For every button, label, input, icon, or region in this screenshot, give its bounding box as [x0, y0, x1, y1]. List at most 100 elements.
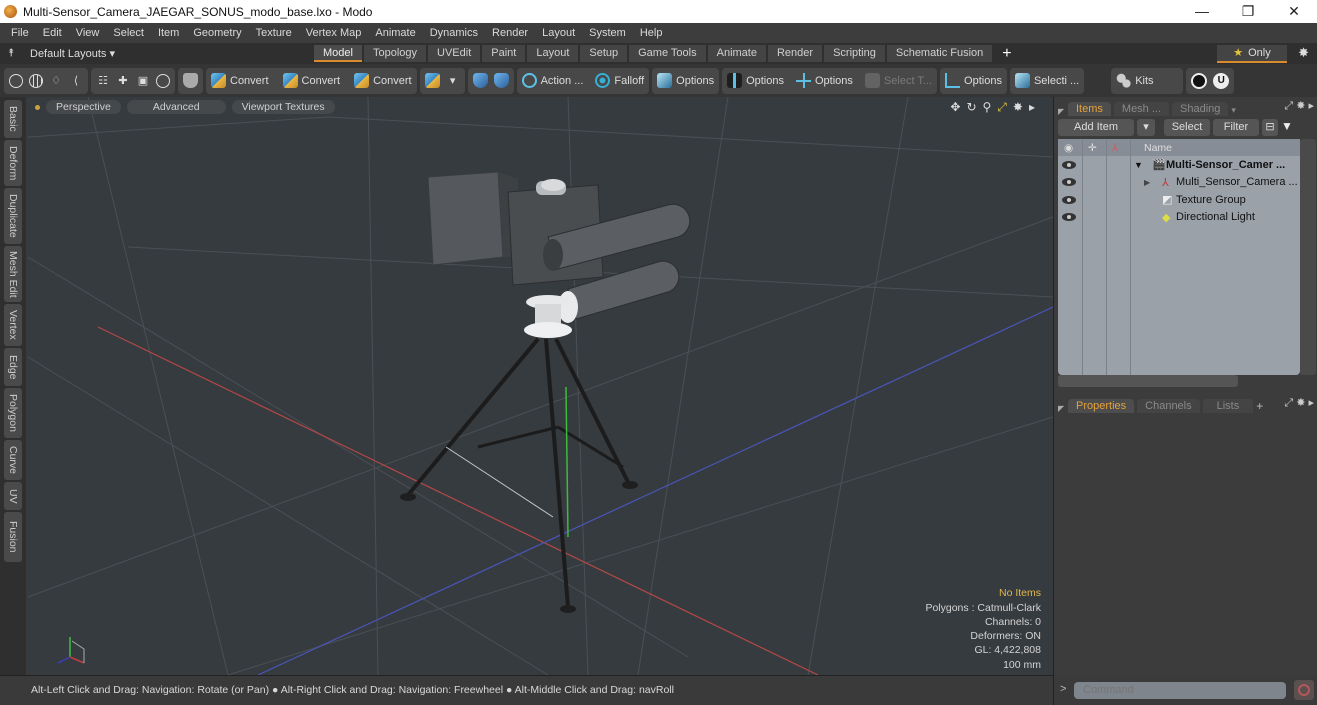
tab-setup[interactable]: Setup — [580, 45, 628, 62]
center-button[interactable] — [153, 70, 173, 92]
3d-viewport[interactable]: Perspective Advanced Viewport Textures ✥… — [28, 97, 1053, 675]
menu-select[interactable]: Select — [106, 27, 151, 39]
tab-channels[interactable]: Channels — [1137, 399, 1200, 413]
tab-schematic-fusion[interactable]: Schematic Fusion — [886, 45, 993, 62]
kits-button[interactable]: Kits — [1113, 70, 1156, 92]
menu-system[interactable]: System — [582, 27, 633, 39]
tab-model[interactable]: Model — [314, 45, 362, 62]
select-polygons-button[interactable]: ♢ — [46, 70, 66, 92]
vtab-polygon[interactable]: Polygon — [4, 388, 22, 438]
select-button[interactable]: Select — [1164, 119, 1210, 136]
unreal-button[interactable]: U — [1210, 70, 1232, 92]
vtab-vertex[interactable]: Vertex — [4, 304, 22, 346]
tab-scripting[interactable]: Scripting — [824, 45, 885, 62]
vtab-curve[interactable]: Curve — [4, 440, 22, 480]
lock-column-icon[interactable]: ✛ — [1088, 142, 1097, 154]
vtab-duplicate[interactable]: Duplicate — [4, 188, 22, 244]
tree-horizontal-scrollbar[interactable] — [1058, 375, 1238, 387]
maximize-icon[interactable]: ⤢ — [997, 100, 1007, 115]
panel-menu-icon[interactable]: ◤ — [1054, 404, 1068, 413]
funnel-icon[interactable]: ▼ — [1281, 119, 1293, 137]
tab-properties[interactable]: Properties — [1068, 399, 1135, 413]
command-input[interactable] — [1074, 682, 1286, 699]
expand-icon[interactable]: ▼ — [1134, 160, 1143, 170]
tab-game-tools[interactable]: Game Tools — [629, 45, 706, 62]
only-toggle[interactable]: ★ Only — [1217, 45, 1287, 63]
options-button-4[interactable]: Options — [942, 70, 1005, 92]
tab-mesh[interactable]: Mesh ... — [1113, 102, 1170, 116]
tree-row[interactable]: ◩ Texture Group — [1058, 191, 1300, 209]
menu-view[interactable]: View — [69, 27, 107, 39]
select-items-button[interactable]: ⟨ — [66, 70, 86, 92]
panel-controls[interactable]: ⤢ ✸ ▸ — [1284, 396, 1314, 410]
menu-dynamics[interactable]: Dynamics — [423, 27, 485, 39]
rotate-icon[interactable]: ↻ — [966, 100, 976, 115]
eye-icon[interactable] — [1062, 178, 1076, 187]
add-item-button[interactable]: Add Item — [1058, 119, 1134, 136]
tab-topology[interactable]: Topology — [363, 45, 427, 62]
menu-texture[interactable]: Texture — [249, 27, 299, 39]
viewport-settings-icon[interactable]: ✸ — [1013, 100, 1023, 115]
tab-paint[interactable]: Paint — [482, 45, 526, 62]
vtab-uv[interactable]: UV — [4, 482, 22, 510]
convert-button-2[interactable]: Convert — [280, 70, 344, 92]
tab-render[interactable]: Render — [767, 45, 823, 62]
add-layout-tab-button[interactable]: + — [994, 45, 1019, 63]
selection-sets-button[interactable]: Selecti ... — [1012, 70, 1082, 92]
menu-help[interactable]: Help — [633, 27, 670, 39]
eye-icon[interactable] — [1062, 195, 1076, 204]
options-button-3[interactable]: Options — [793, 70, 856, 92]
menu-edit[interactable]: Edit — [36, 27, 69, 39]
tab-uvedit[interactable]: UVEdit — [428, 45, 481, 62]
snap-dropdown[interactable]: ▾ — [443, 70, 463, 92]
default-layouts-dropdown[interactable]: Default Layouts ▾ — [30, 47, 310, 60]
command-history-button[interactable] — [1294, 680, 1314, 700]
options-button-2[interactable]: Options — [724, 70, 787, 92]
type-column-icon[interactable]: ⅄ — [1112, 142, 1118, 154]
vtab-mesh-edit[interactable]: Mesh Edit — [4, 246, 22, 302]
pivot-button[interactable]: ▣ — [133, 70, 153, 92]
list-options-icon[interactable]: ⊟ — [1262, 119, 1278, 136]
viewport-textures-dropdown[interactable]: Viewport Textures — [231, 100, 335, 114]
menu-geometry[interactable]: Geometry — [186, 27, 248, 39]
menu-animate[interactable]: Animate — [368, 27, 422, 39]
tree-row[interactable]: ▶ ⅄ Multi_Sensor_Camera ... — [1058, 174, 1300, 192]
view-mode-dropdown[interactable]: Perspective — [46, 100, 121, 114]
tab-layout[interactable]: Layout — [527, 45, 579, 62]
filter-button[interactable]: Filter — [1213, 119, 1259, 136]
uv-button[interactable]: ✚ — [113, 70, 133, 92]
unity-button[interactable] — [1188, 70, 1210, 92]
panel-menu-icon[interactable]: ◤ — [1054, 107, 1068, 116]
action-center-button[interactable]: Action ... — [519, 70, 587, 92]
expand-arrow-icon[interactable]: ▸ — [1029, 100, 1035, 115]
falloff-button[interactable]: Falloff — [592, 70, 647, 92]
convert-button-3[interactable]: Convert — [351, 70, 415, 92]
tab-animate[interactable]: Animate — [707, 45, 766, 62]
eye-icon[interactable] — [1062, 160, 1076, 169]
minimize-button[interactable]: — — [1179, 0, 1225, 23]
symmetry-button[interactable] — [470, 70, 491, 92]
tabs-dropdown-icon[interactable]: ▾ — [1231, 105, 1236, 116]
workplane-button[interactable] — [491, 70, 512, 92]
zoom-icon[interactable]: ⚲ — [983, 100, 992, 115]
vtab-fusion[interactable]: Fusion — [4, 512, 22, 562]
expand-icon[interactable]: ▶ — [1144, 178, 1150, 187]
select-through-button[interactable]: Select T... — [862, 70, 935, 92]
convert-button-1[interactable]: Convert — [208, 70, 272, 92]
menu-layout[interactable]: Layout — [535, 27, 582, 39]
add-tab-button[interactable]: + — [1256, 399, 1263, 413]
tree-row[interactable]: ◆ Directional Light — [1058, 209, 1300, 227]
tree-row[interactable]: ▼ 🎬 Multi-Sensor_Camer ... — [1058, 156, 1300, 174]
panel-controls[interactable]: ⤢ ✸ ▸ — [1284, 99, 1314, 113]
close-button[interactable]: ✕ — [1271, 0, 1317, 23]
select-vertices-button[interactable] — [6, 70, 26, 92]
vtab-basic[interactable]: Basic — [4, 100, 22, 138]
shield-button[interactable] — [180, 70, 201, 92]
tree-vertical-scrollbar[interactable] — [1300, 139, 1316, 375]
pan-icon[interactable]: ✥ — [950, 100, 960, 115]
restore-button[interactable]: ❐ — [1225, 0, 1271, 23]
materials-button[interactable]: ☷ — [93, 70, 113, 92]
vtab-edge[interactable]: Edge — [4, 348, 22, 386]
menu-render[interactable]: Render — [485, 27, 535, 39]
name-column-header[interactable]: Name — [1144, 142, 1172, 154]
